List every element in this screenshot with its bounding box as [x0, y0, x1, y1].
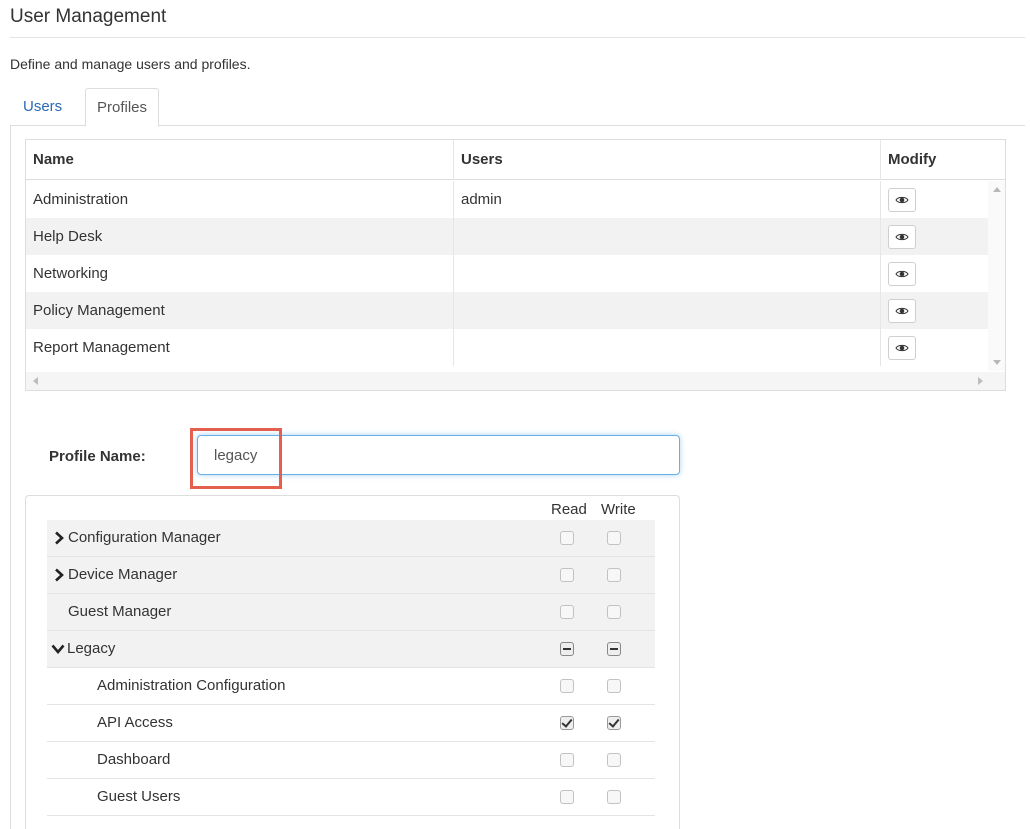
write-checkbox[interactable]: [607, 531, 621, 545]
scroll-down-arrow-icon[interactable]: [993, 360, 1001, 365]
permission-label: Administration Configuration: [97, 677, 286, 694]
profile-name-input[interactable]: [197, 435, 680, 475]
permission-label: API Access: [97, 714, 173, 731]
view-profile-button[interactable]: [888, 225, 916, 249]
table-row[interactable]: Policy Management: [26, 292, 988, 329]
permission-label: Dashboard: [97, 751, 171, 768]
read-checkbox[interactable]: [560, 642, 574, 656]
table-row[interactable]: Report Management: [26, 329, 988, 366]
eye-icon: [895, 307, 909, 315]
write-checkbox[interactable]: [607, 790, 621, 804]
permission-row[interactable]: Guest Manager: [47, 594, 655, 631]
view-profile-button[interactable]: [888, 336, 916, 360]
table-header: Name Users Modify: [26, 140, 1005, 180]
profile-users-cell: admin: [461, 191, 502, 208]
eye-icon: [895, 270, 909, 278]
profile-name-cell: Networking: [33, 265, 109, 282]
read-checkbox[interactable]: [560, 716, 574, 730]
profile-name-cell: Policy Management: [33, 302, 165, 319]
scroll-left-arrow-icon[interactable]: [33, 377, 38, 385]
write-checkbox[interactable]: [607, 679, 621, 693]
view-profile-button[interactable]: [888, 299, 916, 323]
tab-content-border: [10, 126, 11, 829]
read-checkbox[interactable]: [560, 531, 574, 545]
table-row[interactable]: Administration admin: [26, 181, 988, 218]
read-checkbox[interactable]: [560, 568, 574, 582]
profile-name-cell: Report Management: [33, 339, 170, 356]
write-checkbox[interactable]: [607, 753, 621, 767]
read-checkbox[interactable]: [560, 679, 574, 693]
eye-icon: [895, 344, 909, 352]
permission-label: Legacy: [67, 640, 116, 657]
permission-label: Guest Manager: [68, 603, 172, 620]
write-checkbox[interactable]: [607, 568, 621, 582]
profile-name-cell: Administration: [33, 191, 129, 208]
chevron-right-icon[interactable]: [54, 568, 64, 582]
read-checkbox[interactable]: [560, 790, 574, 804]
column-header-name[interactable]: Name: [33, 140, 74, 180]
read-checkbox[interactable]: [560, 605, 574, 619]
view-profile-button[interactable]: [888, 262, 916, 286]
tab-bar: Users Profiles: [10, 88, 1025, 127]
write-checkbox[interactable]: [607, 716, 621, 730]
permission-label: Device Manager: [68, 566, 178, 583]
tab-users[interactable]: Users: [12, 88, 73, 126]
scroll-right-arrow-icon[interactable]: [978, 377, 983, 385]
page-title: User Management: [10, 6, 167, 27]
write-column-header: Write: [601, 501, 636, 518]
permission-row[interactable]: Dashboard: [47, 742, 655, 779]
table-body: Administration admin Help Desk Networking Po…: [26, 181, 988, 366]
profile-name-cell: Help Desk: [33, 228, 103, 245]
write-checkbox[interactable]: [607, 605, 621, 619]
page-description: Define and manage users and profiles.: [10, 56, 251, 72]
vertical-scrollbar[interactable]: [988, 181, 1005, 371]
permission-row[interactable]: Administration Configuration: [47, 668, 655, 705]
table-row[interactable]: Help Desk: [26, 218, 988, 255]
permission-row[interactable]: Device Manager: [47, 557, 655, 594]
write-checkbox[interactable]: [607, 642, 621, 656]
table-row[interactable]: Networking: [26, 255, 988, 292]
view-profile-button[interactable]: [888, 188, 916, 212]
column-header-modify[interactable]: Modify: [888, 140, 936, 180]
tab-profiles[interactable]: Profiles: [85, 88, 160, 127]
profile-name-label: Profile Name:: [49, 448, 146, 465]
read-column-header: Read: [551, 501, 587, 518]
permission-label: Configuration Manager: [68, 529, 221, 546]
chevron-down-icon[interactable]: [51, 644, 65, 654]
eye-icon: [895, 233, 909, 241]
eye-icon: [895, 196, 909, 204]
scroll-up-arrow-icon[interactable]: [993, 187, 1001, 192]
column-header-users[interactable]: Users: [461, 140, 503, 180]
permission-row[interactable]: Legacy: [47, 631, 655, 668]
permission-label: Guest Users: [97, 788, 181, 805]
profiles-table: Name Users Modify Administration admin Hel…: [25, 139, 1006, 391]
permission-row[interactable]: API Access: [47, 705, 655, 742]
read-checkbox[interactable]: [560, 753, 574, 767]
chevron-right-icon[interactable]: [54, 531, 64, 545]
title-divider: [10, 37, 1025, 38]
permission-row[interactable]: Configuration Manager: [47, 520, 655, 557]
permission-row[interactable]: Guest Users: [47, 779, 655, 816]
horizontal-scrollbar[interactable]: [26, 372, 1005, 390]
